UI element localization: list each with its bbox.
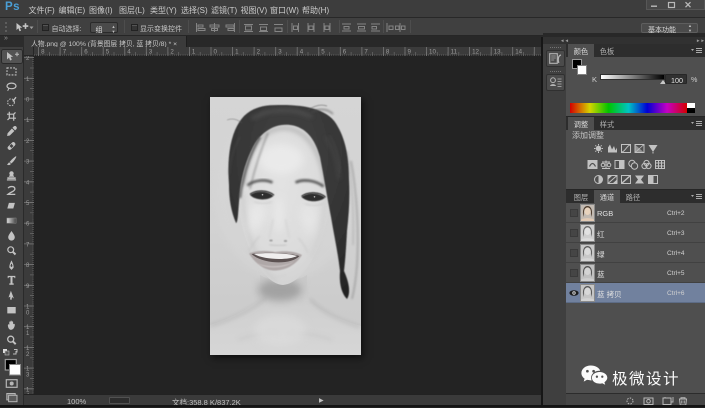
svg-text:4: 4 bbox=[26, 180, 30, 186]
svg-text:2: 2 bbox=[26, 139, 30, 145]
svg-text:4: 4 bbox=[127, 49, 131, 56]
svg-text:7: 7 bbox=[364, 49, 368, 56]
svg-text:7: 7 bbox=[26, 242, 30, 248]
svg-text:8: 8 bbox=[386, 49, 390, 56]
svg-text:4: 4 bbox=[300, 49, 304, 56]
svg-text:8: 8 bbox=[41, 49, 45, 56]
svg-text:13: 13 bbox=[494, 49, 501, 56]
svg-text:8: 8 bbox=[26, 263, 30, 269]
svg-text:5: 5 bbox=[321, 49, 325, 56]
svg-text:6: 6 bbox=[26, 222, 30, 228]
svg-text:1: 1 bbox=[26, 118, 30, 124]
svg-text:5: 5 bbox=[26, 201, 30, 207]
svg-text:9: 9 bbox=[26, 284, 30, 290]
svg-text:6: 6 bbox=[84, 49, 88, 56]
svg-text:10: 10 bbox=[429, 49, 436, 56]
svg-text:1: 1 bbox=[192, 49, 196, 56]
svg-text:3: 3 bbox=[278, 49, 282, 56]
svg-text:5: 5 bbox=[106, 49, 110, 56]
svg-text:7: 7 bbox=[63, 49, 67, 56]
svg-text:2: 2 bbox=[26, 352, 30, 358]
svg-text:1: 1 bbox=[235, 49, 239, 56]
svg-text:12: 12 bbox=[472, 49, 479, 56]
svg-text:3: 3 bbox=[26, 373, 30, 379]
svg-text:3: 3 bbox=[149, 49, 153, 56]
svg-text:2: 2 bbox=[26, 56, 30, 62]
svg-text:14: 14 bbox=[515, 49, 522, 56]
svg-text:0: 0 bbox=[26, 98, 30, 104]
svg-text:1: 1 bbox=[26, 77, 30, 83]
svg-text:6: 6 bbox=[343, 49, 347, 56]
svg-text:2: 2 bbox=[257, 49, 261, 56]
svg-text:1: 1 bbox=[26, 331, 30, 337]
svg-text:11: 11 bbox=[451, 49, 458, 56]
svg-text:9: 9 bbox=[408, 49, 412, 56]
svg-text:3: 3 bbox=[26, 160, 30, 166]
svg-text:0: 0 bbox=[26, 311, 30, 317]
svg-text:2: 2 bbox=[170, 49, 174, 56]
svg-text:0: 0 bbox=[214, 49, 218, 56]
